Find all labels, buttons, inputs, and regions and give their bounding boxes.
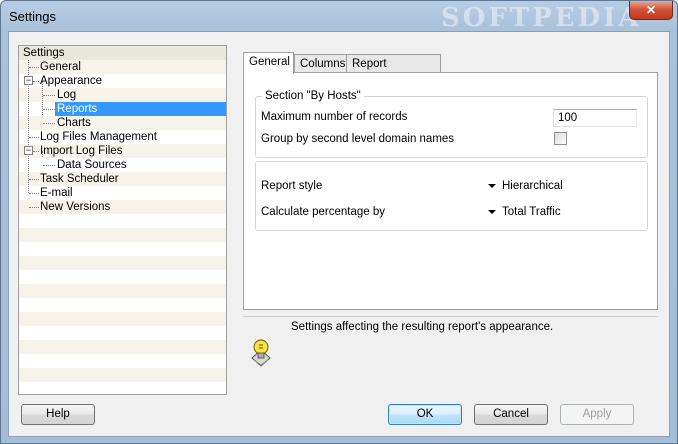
report-style-label: Report style xyxy=(261,180,323,192)
report-style-value[interactable]: Hierarchical xyxy=(502,180,563,192)
info-separator xyxy=(243,316,658,317)
tree-item-import-log-files[interactable]: − Import Log Files xyxy=(19,144,226,158)
tab-general[interactable]: General xyxy=(243,52,294,74)
tree-item-task-scheduler[interactable]: Task Scheduler xyxy=(19,172,226,186)
tree-item-label: Log Files Management xyxy=(40,131,157,143)
watermark-logo: SOFTPEDIA xyxy=(441,3,642,33)
tree-item-label: Import Log Files xyxy=(40,145,123,157)
max-records-input[interactable]: 100 xyxy=(553,109,637,127)
tree-item-appearance[interactable]: − Appearance xyxy=(19,74,226,88)
section-by-hosts-group: Section "By Hosts" Maximum number of rec… xyxy=(255,90,648,158)
tree-item-label: New Versions xyxy=(40,201,111,213)
tree-item-reports[interactable]: Reports xyxy=(19,102,226,116)
tree-item-label: Reports xyxy=(57,103,98,115)
max-records-label: Maximum number of records xyxy=(261,111,408,123)
report-options-group: Report style Hierarchical Calculate perc… xyxy=(255,161,648,231)
tree-line xyxy=(43,95,55,96)
tree-item-log-files-management[interactable]: Log Files Management xyxy=(19,130,226,144)
tree-item-label: General xyxy=(40,61,81,73)
tree-item-label: E-mail xyxy=(40,187,73,199)
settings-tree[interactable]: Settings General − Appearance Log Report… xyxy=(18,45,227,395)
percentage-value[interactable]: Total Traffic xyxy=(502,206,561,218)
percentage-label: Calculate percentage by xyxy=(261,206,386,218)
tab-report-templates[interactable]: Report Templates xyxy=(346,54,441,88)
group-by-domain-label: Group by second level domain names xyxy=(261,133,455,145)
tree-item-email[interactable]: E-mail xyxy=(19,186,226,200)
tree-item-charts[interactable]: Charts xyxy=(19,116,226,130)
window-title: Settings xyxy=(9,9,56,24)
group-by-domain-checkbox[interactable] xyxy=(554,132,567,145)
info-description: Settings affecting the resulting report'… xyxy=(291,321,554,333)
apply-button[interactable]: Apply xyxy=(560,404,634,425)
tree-item-general[interactable]: General xyxy=(19,60,226,74)
title-bar[interactable]: Settings SOFTPEDIA ✕ xyxy=(1,1,677,33)
dialog-body: Settings General − Appearance Log Report… xyxy=(8,31,670,437)
tree-item-label: Charts xyxy=(57,117,91,129)
report-style-dropdown-icon[interactable] xyxy=(488,184,496,188)
tree-item-label: Log xyxy=(57,89,77,101)
tree-item-new-versions[interactable]: New Versions xyxy=(19,200,226,214)
tab-columns[interactable]: Columns xyxy=(294,54,347,73)
tree-item-label: Task Scheduler xyxy=(40,173,119,185)
tree-item-label: Data Sources xyxy=(57,159,127,171)
tree-line xyxy=(43,123,55,124)
tree-item-log[interactable]: Log xyxy=(19,88,226,102)
tree-line xyxy=(43,165,55,166)
tree-root-label: Settings xyxy=(23,47,65,59)
collapse-icon[interactable]: − xyxy=(24,146,33,155)
help-button[interactable]: Help xyxy=(21,404,95,425)
tree-root[interactable]: Settings xyxy=(19,46,226,60)
cancel-button[interactable]: Cancel xyxy=(474,404,548,425)
section-by-hosts-title: Section "By Hosts" xyxy=(262,90,364,102)
percentage-dropdown-icon[interactable] xyxy=(488,210,496,214)
collapse-icon[interactable]: − xyxy=(24,76,33,85)
tree-item-data-sources[interactable]: Data Sources xyxy=(19,158,226,172)
tab-panel-general: Section "By Hosts" Maximum number of rec… xyxy=(243,72,658,310)
close-button[interactable]: ✕ xyxy=(629,1,673,20)
tree-line xyxy=(43,109,55,110)
lightbulb-icon xyxy=(251,339,271,367)
tree-item-label: Appearance xyxy=(40,75,103,87)
ok-button[interactable]: OK xyxy=(388,404,462,425)
settings-window: Settings SOFTPEDIA ✕ Settings General − … xyxy=(0,0,678,444)
